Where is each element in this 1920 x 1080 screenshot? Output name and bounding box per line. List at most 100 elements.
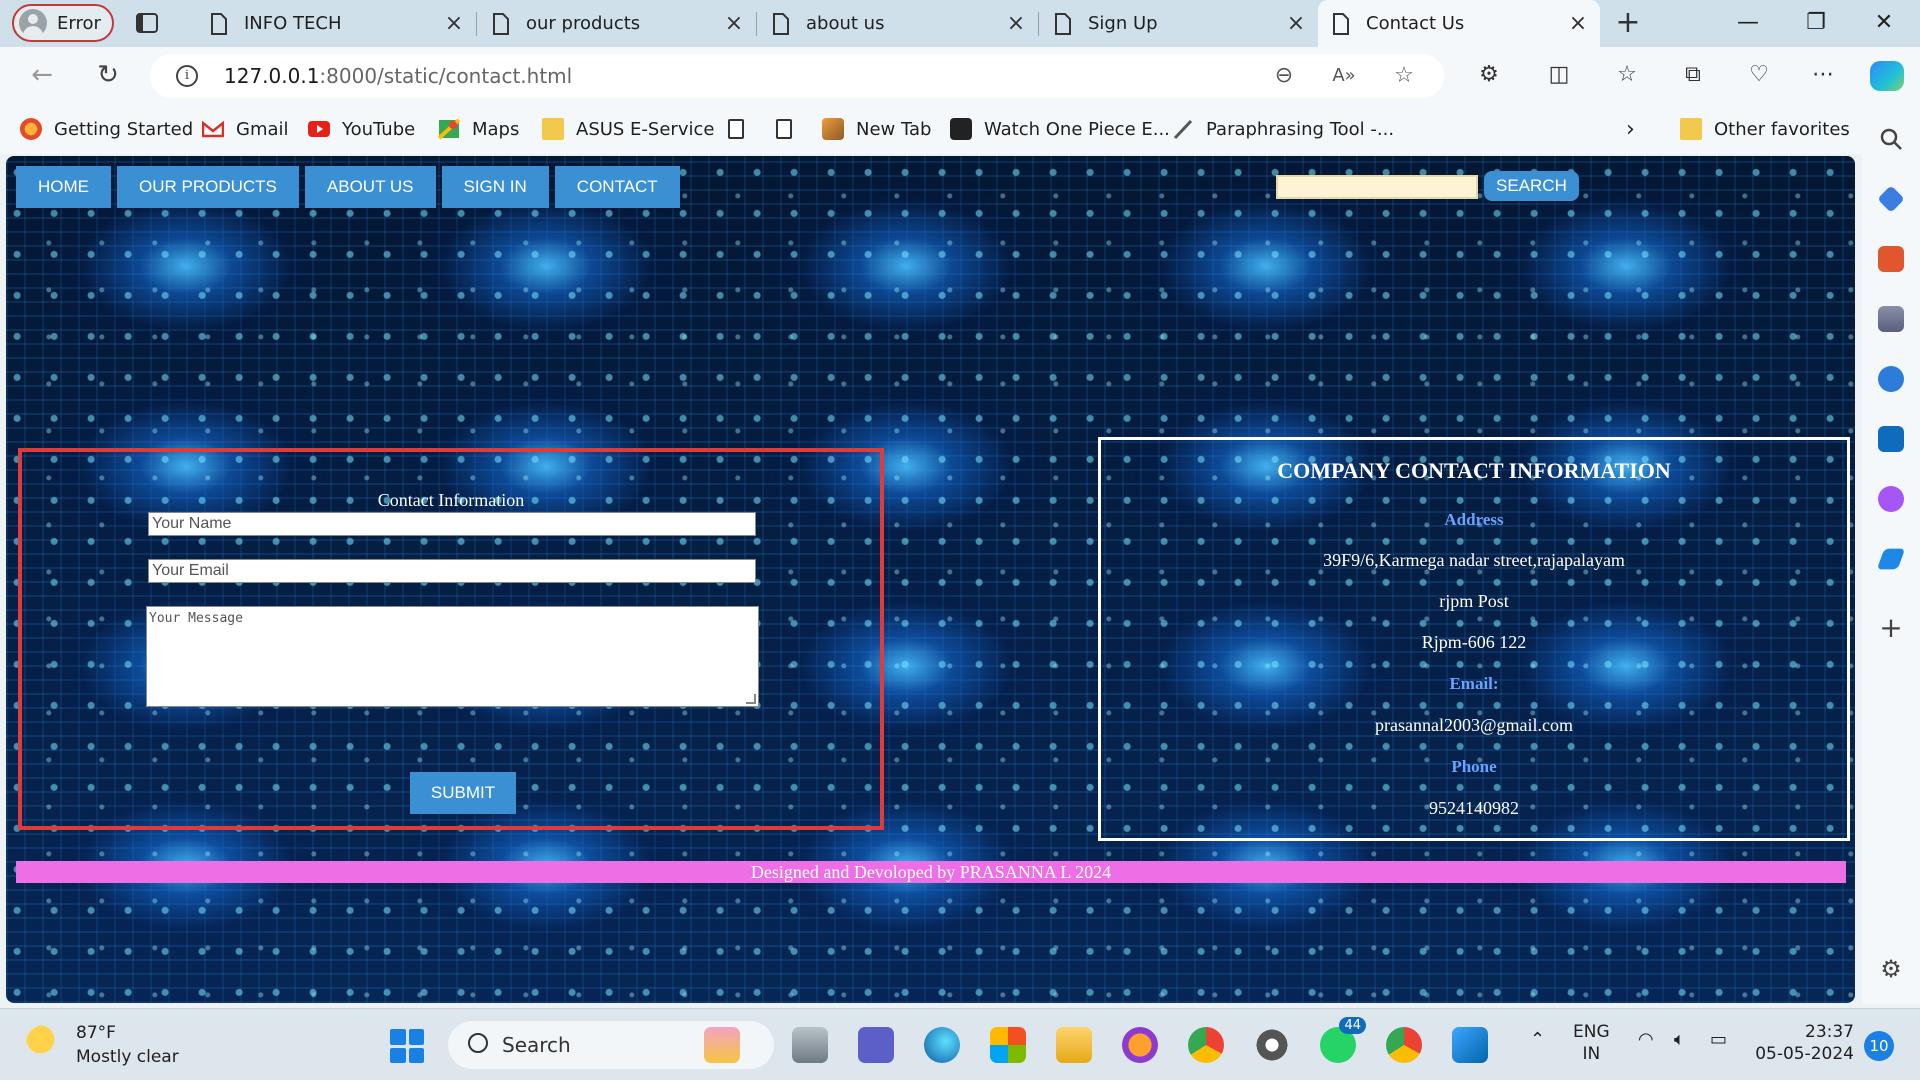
nav-contact[interactable]: CONTACT [554,166,680,208]
profile-button[interactable]: Error [12,4,114,42]
widgets-icon[interactable] [704,1027,740,1063]
message-field[interactable]: Your Message [146,606,759,707]
favorites-icon[interactable]: ☆ [1612,60,1642,90]
designer-icon[interactable] [1878,486,1904,512]
avatar [19,9,47,37]
close-icon[interactable]: × [440,11,468,36]
edge-icon[interactable] [924,1027,960,1063]
favorite-getting-started[interactable]: Getting Started [20,116,193,142]
back-icon[interactable]: ← [26,59,58,91]
nav-about-us[interactable]: ABOUT US [304,166,436,208]
tab-contact-us[interactable]: Contact Us × [1318,0,1600,47]
search-button[interactable]: SEARCH [1484,171,1579,201]
favorite-page-2[interactable] [776,116,804,142]
search-input[interactable] [1276,175,1478,199]
chrome-icon[interactable] [1188,1027,1224,1063]
phone-label: Phone [1451,757,1497,776]
weather-moon-icon[interactable] [26,1025,62,1061]
favorite-paraphrasing-tool[interactable]: Paraphrasing Tool -... [1172,116,1394,142]
tab-about-us[interactable]: about us × [758,0,1039,47]
read-aloud-icon[interactable]: A» [1330,62,1358,90]
favorite-watch-one-piece[interactable]: Watch One Piece E... [950,116,1170,142]
settings-gear-icon[interactable]: ⚙ [1878,956,1904,982]
folder-icon [542,118,564,140]
company-contact-panel: COMPANY CONTACT INFORMATION Address 39F9… [1098,437,1850,841]
more-options-icon[interactable]: ⋯ [1808,60,1838,90]
favorite-star-icon[interactable]: ☆ [1390,62,1418,90]
minimize-button[interactable]: — [1728,6,1768,40]
firefox-icon [20,118,42,140]
site-info-icon[interactable]: i [176,65,198,87]
restore-button[interactable]: ❐ [1796,6,1836,40]
message-placeholder: Your Message [149,611,243,626]
favorite-other-favorites[interactable]: Other favorites [1680,116,1850,142]
close-icon[interactable]: × [1002,11,1030,36]
file-explorer-icon[interactable] [1056,1027,1092,1063]
close-window-button[interactable]: ✕ [1864,6,1904,40]
close-icon[interactable]: × [720,11,748,36]
page-icon [728,119,744,139]
tab-sign-up[interactable]: Sign Up × [1040,0,1318,47]
shopping-tag-icon[interactable] [1877,185,1905,213]
settings-icon[interactable] [1254,1027,1290,1063]
page-icon [1055,12,1071,35]
new-tab-button[interactable]: + [1612,8,1644,38]
tools-icon[interactable] [1878,246,1904,272]
address-bar[interactable]: i 127.0.0.1:8000/static/contact.html ⊖ A… [150,54,1444,98]
search-icon[interactable] [1878,126,1904,152]
weather-description[interactable]: Mostly clear [76,1047,179,1067]
page-icon [493,12,509,35]
reload-icon[interactable]: ↻ [92,59,124,91]
extensions-icon[interactable]: ⚙ [1474,60,1504,90]
outlook-icon[interactable] [1878,426,1904,452]
send-icon[interactable] [1876,548,1906,570]
close-icon[interactable]: × [1282,11,1310,36]
volume-icon[interactable]: 🔈︎ [1674,1029,1685,1050]
favorite-new-tab[interactable]: New Tab [822,116,931,142]
add-icon[interactable]: + [1878,614,1904,642]
nav-home[interactable]: HOME [16,166,111,208]
favorite-asus-e-service[interactable]: ASUS E-Service [542,116,714,142]
tab-actions-icon[interactable] [134,10,160,36]
notification-badge[interactable]: 10 [1864,1031,1894,1061]
browser-essentials-icon[interactable]: ♡ [1744,60,1774,90]
teams-icon[interactable] [858,1027,894,1063]
resize-handle[interactable] [746,694,756,704]
tab-info-tech[interactable]: INFO TECH × [196,0,477,47]
tab-our-products[interactable]: our products × [478,0,757,47]
wifi-icon[interactable]: ◠ [1638,1029,1654,1050]
name-field[interactable]: Your Name [148,512,756,536]
close-icon[interactable]: × [1564,11,1592,36]
battery-icon[interactable]: ▭ [1710,1029,1727,1050]
favorite-page-1[interactable] [728,116,756,142]
favorite-gmail[interactable]: Gmail [202,116,289,142]
page-icon [1333,12,1349,35]
task-view-icon[interactable] [792,1027,828,1063]
address-url[interactable]: 127.0.0.1:8000/static/contact.html [224,64,572,88]
store-icon[interactable] [990,1027,1026,1063]
chevron-right-icon[interactable]: › [1626,116,1635,142]
whatsapp-icon[interactable]: 44 [1320,1017,1366,1063]
collections-icon[interactable]: ⧉ [1678,60,1708,90]
firefox-icon[interactable] [1122,1027,1158,1063]
submit-button[interactable]: SUBMIT [410,772,516,814]
weather-temperature[interactable]: 87°F [76,1023,116,1043]
favorite-youtube[interactable]: YouTube [308,116,415,142]
favorite-maps[interactable]: Maps [438,116,519,142]
windows-start-icon[interactable] [390,1029,424,1063]
chevron-up-icon[interactable]: ⌃ [1530,1029,1545,1050]
microsoft-365-icon[interactable] [1878,366,1904,392]
chrome-profile-icon[interactable] [1386,1027,1422,1063]
zoom-out-icon[interactable]: ⊖ [1270,62,1298,90]
clock[interactable]: 23:37 05-05-2024 [1754,1021,1854,1065]
games-icon[interactable] [1878,306,1904,332]
language-indicator[interactable]: ENG IN [1573,1021,1610,1065]
page-viewport: HOME OUR PRODUCTS ABOUT US SIGN IN CONTA… [6,156,1855,1003]
nav-sign-in[interactable]: SIGN IN [441,166,549,208]
email-field[interactable]: Your Email [148,559,756,583]
nav-our-products[interactable]: OUR PRODUCTS [117,166,299,208]
youtube-icon [308,121,330,137]
split-screen-icon[interactable]: ◫ [1544,60,1574,90]
vscode-icon[interactable] [1452,1027,1488,1063]
copilot-icon[interactable] [1870,61,1904,91]
